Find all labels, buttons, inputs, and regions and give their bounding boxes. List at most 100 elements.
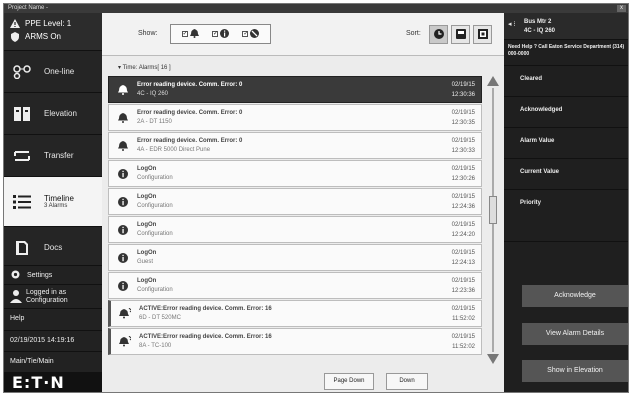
filter-disabled-checkbox[interactable]: ✓ [242,28,260,40]
show-in-elevation-button[interactable]: Show in Elevation [522,360,628,382]
event-time: 11:52:02 [452,343,475,350]
sort-by-device-button[interactable] [451,25,470,44]
login-caption: Logged in as [26,288,67,296]
help-link[interactable]: Help [4,308,102,330]
event-timestamp: 02/19/15 12:24:13 [437,248,481,268]
clock-icon [433,28,444,41]
event-row[interactable]: LogOn Configuration 02/19/15 12:30:26 [108,160,482,187]
location-display: Main/Tie/Main [4,351,102,372]
event-date: 02/19/15 [451,221,475,228]
settings-label: Settings [27,271,53,279]
detail-acknowledged: Acknowledged [504,97,628,128]
info-icon [109,196,137,207]
event-title: LogOn [137,222,157,228]
shield-icon [10,31,20,42]
detail-cleared: Cleared [504,66,628,97]
event-list: Error reading device. Comm. Error: 0 4C -… [108,76,482,364]
group-header[interactable]: ▾ Time: Alarms[ 16 ] [108,61,500,75]
event-time: 12:30:35 [451,119,475,126]
scroll-thumb[interactable] [489,196,497,224]
scroll-down-icon[interactable] [487,354,499,366]
view-alarm-details-button[interactable]: View Alarm Details [522,323,628,345]
event-row[interactable]: Error reading device. Comm. Error: 0 4C -… [108,76,482,103]
event-device: 8A - TC-100 [139,343,172,349]
active-alarm-bell-icon [111,336,139,347]
event-row[interactable]: ACTIVE:Error reading device. Comm. Error… [108,328,482,355]
acknowledge-button[interactable]: Acknowledge [522,285,628,307]
login-info[interactable]: Logged in as Configuration [4,284,102,308]
event-row[interactable]: LogOn Guest 02/19/15 12:24:13 [108,244,482,271]
event-device: Configuration [137,203,173,209]
nav-item-elevation[interactable]: Elevation [4,93,102,135]
nav-item-transfer[interactable]: Transfer [4,135,102,177]
filter-alarms-checkbox[interactable]: ✓ [181,28,199,40]
bell-icon [109,112,137,123]
event-list-scrollbar[interactable] [486,76,500,364]
event-text: Error reading device. Comm. Error: 0 2A -… [137,110,437,125]
event-timestamp: 02/19/15 12:30:35 [437,108,481,128]
event-row[interactable]: LogOn Configuration 02/19/15 12:24:36 [108,188,482,215]
event-row[interactable]: ACTIVE:Error reading device. Comm. Error… [108,300,482,327]
device-id: 4C - IQ 260 [524,28,556,34]
event-time: 12:30:36 [451,91,475,98]
info-icon [109,168,137,179]
device-header: ◂ ⁝ Bus Mtr 2 4C - IQ 260 [504,13,628,40]
event-time: 12:24:36 [451,203,475,210]
gear-icon [10,269,21,282]
scroll-up-icon[interactable] [487,76,499,88]
settings-button[interactable]: Settings [4,265,102,284]
sort-by-time-button[interactable] [429,25,448,44]
user-icon [10,289,22,305]
event-row[interactable]: Error reading device. Comm. Error: 0 4A -… [108,132,482,159]
event-date: 02/19/15 [451,193,475,200]
device-name: Bus Mtr 2 [524,19,552,25]
event-device: 2A - DT 1150 [137,119,172,125]
event-timestamp: 02/19/15 11:52:02 [437,332,481,352]
event-time: 12:30:33 [451,147,475,154]
checkbox[interactable]: ✓ [181,31,188,37]
info-icon [109,252,137,263]
event-row[interactable]: LogOn Configuration 02/19/15 12:24:20 [108,216,482,243]
event-row[interactable]: LogOn Configuration 02/19/15 12:23:36 [108,272,482,299]
event-date: 02/19/15 [451,81,475,88]
event-timestamp: 02/19/15 12:24:20 [437,220,481,240]
event-title: ACTIVE:Error reading device. Comm. Error… [139,306,272,312]
bell-icon [189,28,199,40]
event-date: 02/19/15 [451,137,475,144]
event-timestamp: 02/19/15 12:30:33 [437,136,481,156]
nav-label: Transfer [44,151,74,160]
checkbox[interactable]: ✓ [211,31,218,37]
login-user: Configuration [26,296,68,304]
eaton-logo: E:T·N [4,372,102,392]
nav-label: Timeline [44,194,74,203]
filter-events-checkbox[interactable]: ✓ [211,28,229,40]
page-down-button[interactable]: Page Down [324,373,374,390]
datetime-display: 02/19/2015 14:19:16 [4,330,102,351]
warning-icon [10,19,20,28]
checkbox[interactable]: ✓ [242,31,248,37]
event-date: 02/19/15 [451,305,475,312]
filter-toolbar: Show: ✓ ✓ ✓ Sort: [102,13,504,56]
window-close-button[interactable]: x [617,5,626,12]
device-nav-arrows-icon[interactable]: ◂ ⁝ [508,20,516,28]
event-timestamp: 02/19/15 11:52:02 [437,304,481,324]
detail-priority: Priority [504,190,628,242]
nav-item-timeline[interactable]: Timeline 3 Alarms [4,177,102,227]
event-title: LogOn [137,278,157,284]
nav-item-docs[interactable]: Docs [4,227,102,269]
event-time: 12:24:13 [451,259,475,266]
event-text: ACTIVE:Error reading device. Comm. Error… [139,306,437,321]
event-timestamp: 02/19/15 12:24:36 [437,192,481,212]
event-list-area: ▾ Time: Alarms[ 16 ] Error reading devic… [108,61,500,372]
event-text: LogOn Guest [137,250,437,265]
event-time: 12:30:26 [451,175,475,182]
sort-by-type-button[interactable] [473,25,492,44]
event-date: 02/19/15 [451,109,475,116]
nav-item-one-line[interactable]: One-line [4,51,102,93]
group-header-label: Time: Alarms[ 16 ] [122,65,171,71]
window-title: Project Name - [8,5,49,11]
event-title: Error reading device. Comm. Error: 0 [137,138,243,144]
event-row[interactable]: Error reading device. Comm. Error: 0 2A -… [108,104,482,131]
down-button[interactable]: Down [386,373,428,390]
event-text: LogOn Configuration [137,166,437,181]
